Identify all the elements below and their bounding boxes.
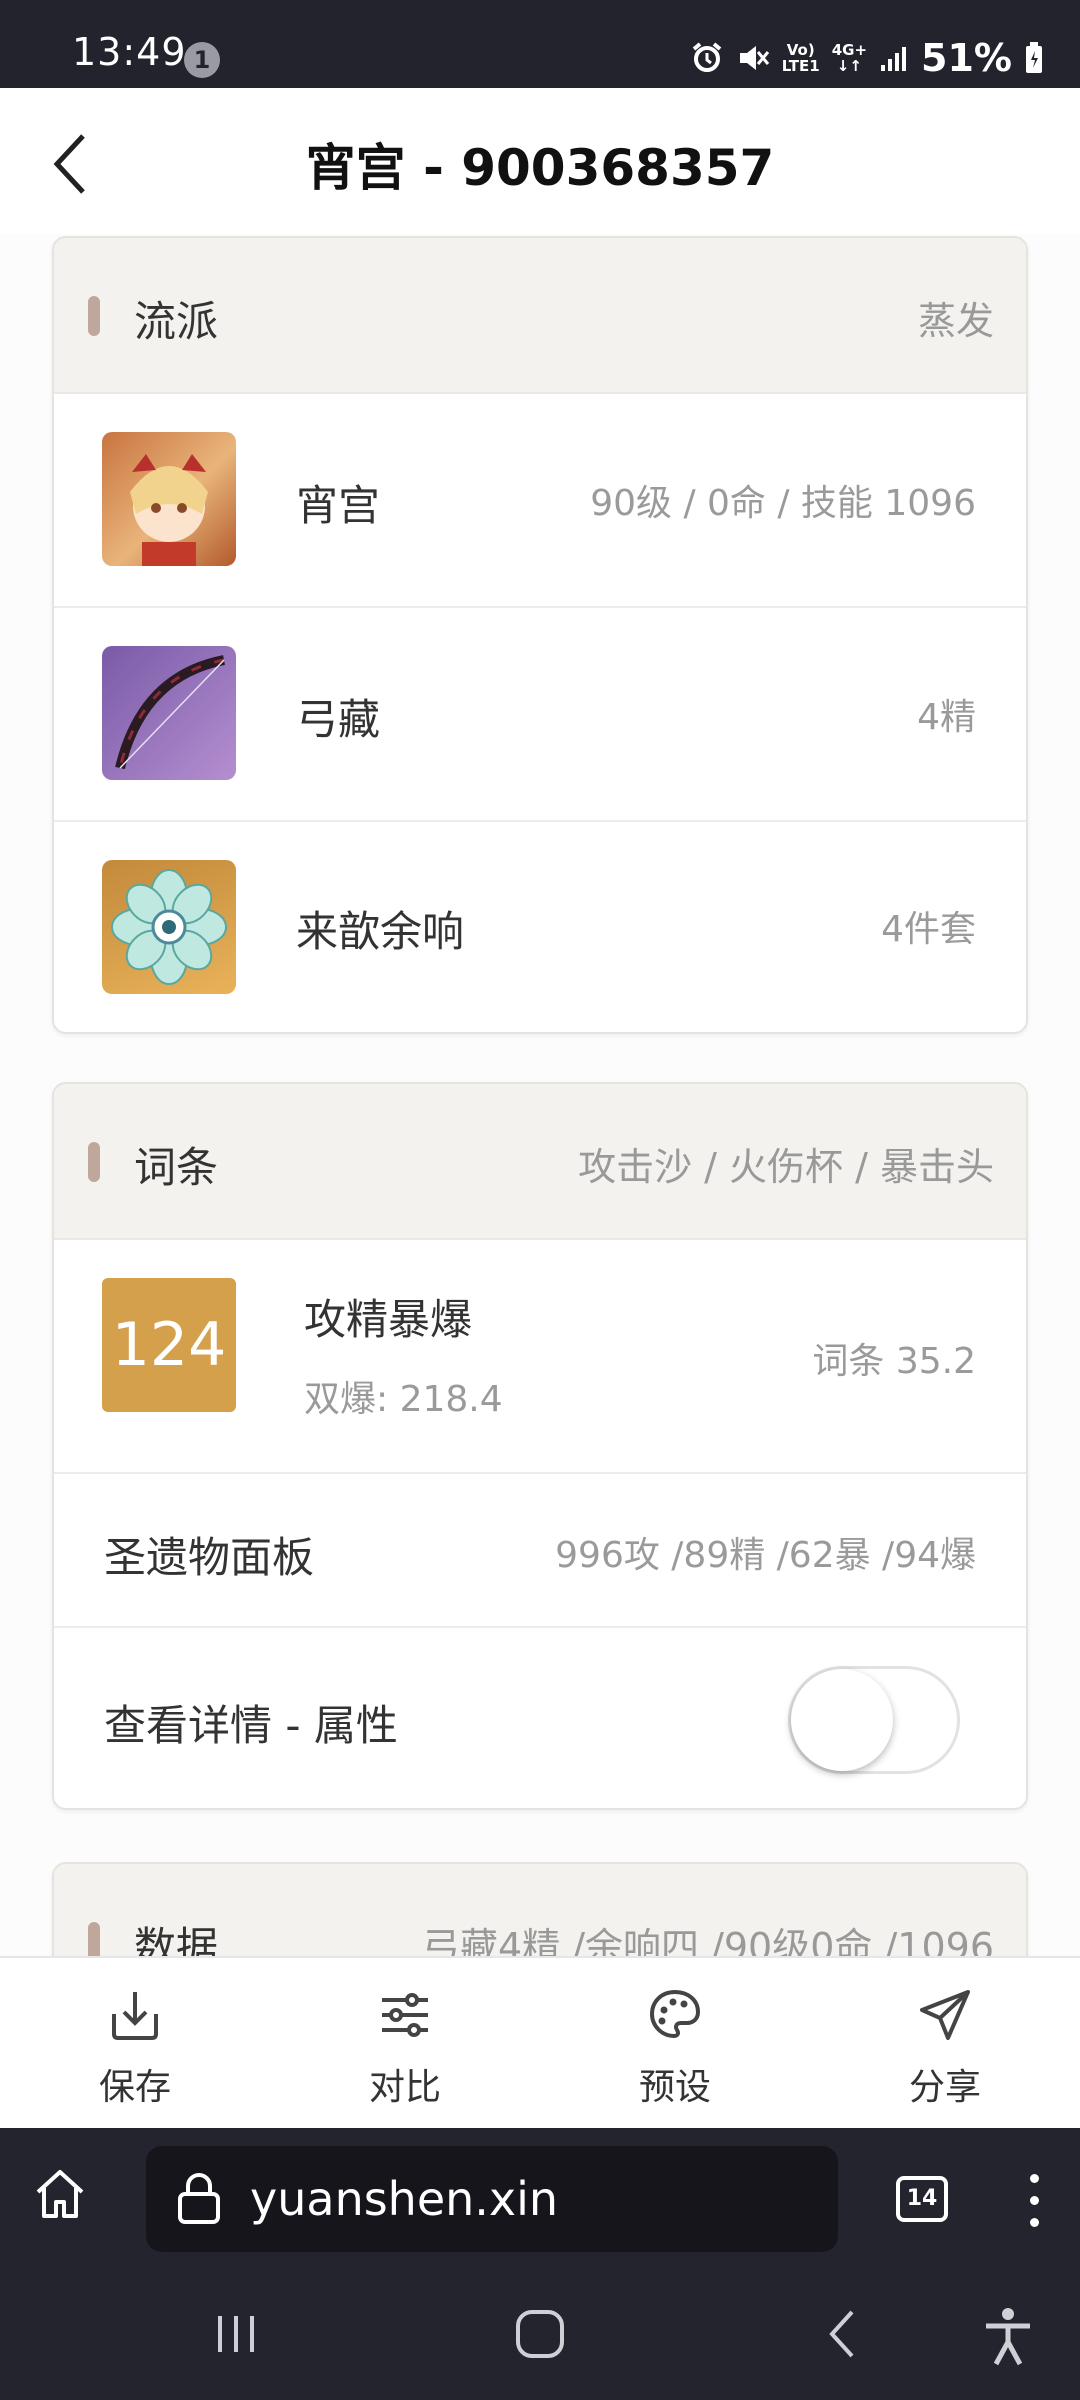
app-header: 宵宫 - 900368357 <box>0 88 1080 234</box>
home-nav-icon[interactable] <box>512 2306 568 2362</box>
score-value: 词条 35.2 <box>812 1341 976 1382</box>
alarm-icon <box>692 42 721 72</box>
bow-weapon-icon <box>102 646 236 780</box>
battery-level: 51% <box>921 36 1012 80</box>
preset-label: 预设 <box>638 2067 711 2108</box>
mute-icon <box>739 46 769 70</box>
share-button[interactable]: 分享 <box>810 1958 1080 2128</box>
list-item-character[interactable]: 宵宫 90级 / 0命 / 技能 1096 <box>54 394 1026 608</box>
section-title: 词条 <box>134 1143 219 1192</box>
panel-label: 圣遗物面板 <box>104 1533 315 1582</box>
stats-card: 词条 攻击沙 / 火伤杯 / 暴击头 124 攻精暴爆 双爆: 218.4 词条… <box>52 1082 1028 1810</box>
more-icon <box>1029 2174 1039 2183</box>
compare-label: 对比 <box>368 2067 441 2108</box>
section-extra: 攻击沙 / 火伤杯 / 暴击头 <box>578 1145 994 1189</box>
more-menu-button[interactable] <box>1024 2174 1044 2230</box>
network-indicator: 4G+ ↓↑ <box>831 41 868 75</box>
score-row[interactable]: 124 攻精暴爆 双爆: 218.4 词条 35.2 <box>54 1240 1026 1474</box>
battery-icon <box>1026 42 1042 73</box>
detail-row: 查看详情 - 属性 <box>54 1628 1026 1808</box>
browser-toolbar: yuanshen.xin 14 <box>0 2128 1080 2276</box>
list-item-weapon[interactable]: 弓藏 4精 <box>54 608 1026 822</box>
section-title: 流派 <box>134 297 219 346</box>
palette-icon <box>649 1989 701 2039</box>
weapon-refinement: 4精 <box>917 697 976 738</box>
signal-icon <box>881 47 907 71</box>
send-icon <box>920 1990 970 2040</box>
save-button[interactable]: 保存 <box>0 1958 270 2128</box>
artifact-set-count: 4件套 <box>881 909 976 950</box>
accessibility-icon[interactable] <box>982 2306 1034 2366</box>
sliders-icon <box>382 1993 428 2037</box>
share-label: 分享 <box>908 2067 981 2108</box>
detail-toggle[interactable] <box>788 1666 960 1774</box>
school-card: 流派 蒸发 宵宫 90级 / 0命 / 技能 1096 弓藏 4精 来歆余响 4… <box>52 236 1028 1034</box>
card-header: 词条 攻击沙 / 火伤杯 / 暴击头 <box>54 1084 1026 1240</box>
card-header: 流派 蒸发 <box>54 238 1026 394</box>
lock-icon <box>178 2173 220 2224</box>
section-extra: 蒸发 <box>917 299 994 343</box>
score-badge: 124 <box>102 1278 236 1412</box>
status-bar: 13:49 1 Vo) LTE1 4G+ ↓↑ 51% <box>0 0 1080 88</box>
artifact-set-name: 来歆余响 <box>296 907 465 956</box>
section-accent-bar <box>88 296 100 336</box>
character-stats: 90级 / 0命 / 技能 1096 <box>590 483 976 524</box>
volte-indicator: Vo) LTE1 <box>781 41 820 75</box>
action-bar: 保存 对比 预设 分享 <box>0 1956 1080 2128</box>
save-label: 保存 <box>98 2067 171 2108</box>
notification-badge: 1 <box>184 42 220 78</box>
back-nav-icon[interactable] <box>822 2306 862 2362</box>
panel-value: 996攻 /89精 /62暴 /94爆 <box>555 1535 976 1576</box>
character-portrait-icon <box>102 432 236 566</box>
home-icon <box>36 2170 84 2218</box>
score-title: 攻精暴爆 <box>304 1295 473 1344</box>
score-subtitle: 双爆: 218.4 <box>304 1379 503 1420</box>
system-navigation <box>0 2276 1080 2400</box>
download-icon <box>112 1992 158 2040</box>
list-item-artifact[interactable]: 来歆余响 4件套 <box>54 822 1026 1032</box>
page-title: 宵宫 - 900368357 <box>305 139 775 197</box>
recent-apps-icon[interactable] <box>212 2306 260 2362</box>
preset-button[interactable]: 预设 <box>540 1958 810 2128</box>
panel-row[interactable]: 圣遗物面板 996攻 /89精 /62暴 /94爆 <box>54 1474 1026 1628</box>
compare-button[interactable]: 对比 <box>270 1958 540 2128</box>
address-bar[interactable]: yuanshen.xin <box>146 2146 838 2252</box>
detail-label: 查看详情 - 属性 <box>104 1701 398 1750</box>
tabs-button[interactable]: 14 <box>896 2176 948 2222</box>
artifact-flower-icon <box>102 860 236 994</box>
browser-home-button[interactable] <box>32 2166 88 2226</box>
section-accent-bar <box>88 1142 100 1182</box>
toggle-knob <box>791 1669 893 1771</box>
character-name: 宵宫 <box>296 481 381 530</box>
status-time: 13:49 <box>72 30 187 74</box>
url-text: yuanshen.xin <box>250 2172 559 2226</box>
weapon-name: 弓藏 <box>296 695 381 744</box>
status-icons: Vo) LTE1 4G+ ↓↑ 51% <box>690 36 1044 80</box>
